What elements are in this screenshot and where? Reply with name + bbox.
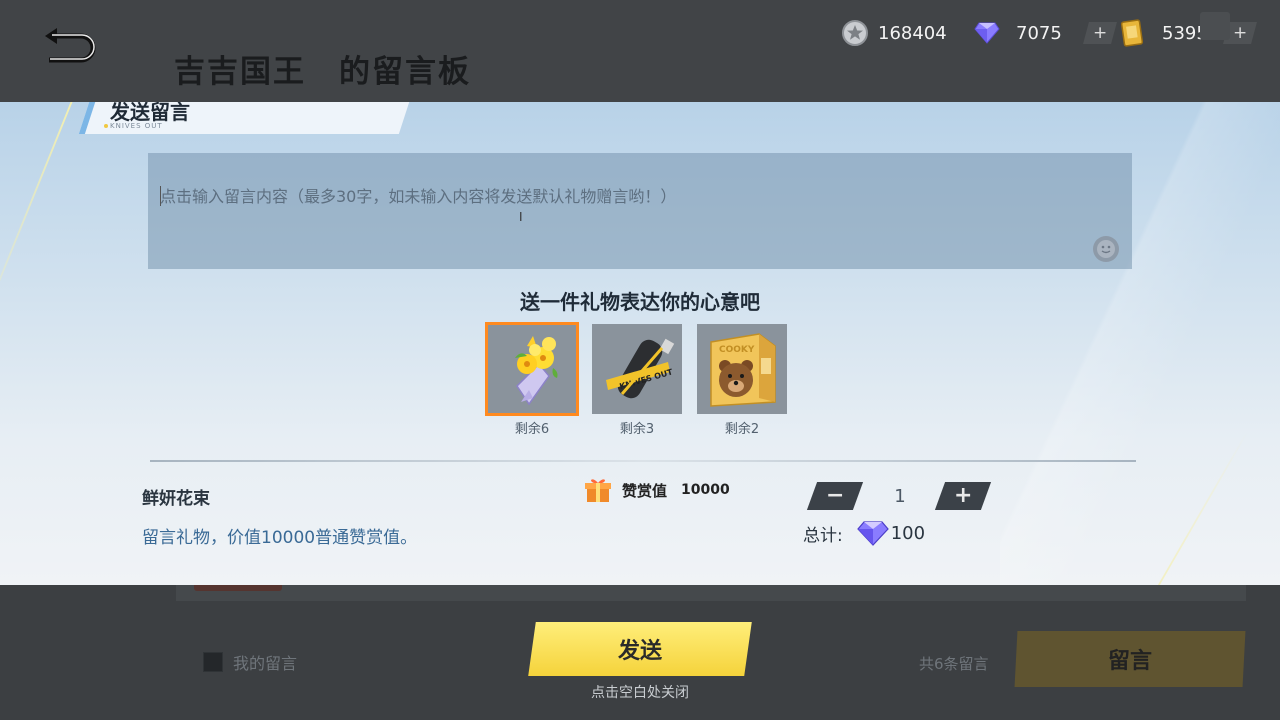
reward-info: 赞赏值 10000 [584, 474, 730, 506]
gift-remaining-2: 剩余3 [619, 422, 655, 437]
divider [150, 460, 1136, 462]
add-diamond-button[interactable]: + [1082, 22, 1117, 44]
total-label: 总计: [803, 525, 843, 546]
gift-remaining-1: 剩余6 [514, 422, 550, 437]
gift-cookie-box[interactable]: COOKY [697, 324, 787, 414]
minus-icon: − [825, 483, 845, 508]
reward-label: 赞赏值 [622, 481, 668, 500]
emoji-button[interactable] [1093, 236, 1119, 262]
my-messages-toggle[interactable]: 我的留言 [203, 650, 297, 674]
decrease-quantity-button[interactable]: − [806, 482, 864, 510]
my-messages-label: 我的留言 [233, 654, 298, 673]
total-cost: 总计: 100 [803, 518, 925, 548]
reward-value: 10000 [681, 482, 730, 498]
gift-heading: 送一件礼物表达你的心意吧 [520, 290, 760, 314]
message-count: 共6条留言 [919, 655, 989, 673]
quantity-value: 1 [894, 486, 906, 507]
message-input[interactable] [148, 153, 1132, 269]
modal-subtitle: KNIVES OUT [104, 122, 163, 130]
close-hint: 点击空白处关闭 [591, 685, 689, 701]
total-value: 100 [890, 522, 926, 544]
ibeam-cursor-icon: I [519, 210, 523, 224]
gift-remaining-3: 剩余2 [724, 422, 760, 437]
svg-text:COOKY: COOKY [719, 345, 755, 355]
back-arrow-icon [45, 28, 96, 63]
send-message-modal: 发送留言 KNIVES OUT I 送一件礼物表达你的心意吧 剩余6 [0, 102, 1280, 585]
smiley-icon [1097, 240, 1115, 258]
gift-bouquet[interactable] [485, 322, 579, 416]
gold-ticket-icon [1120, 19, 1144, 47]
energy-drink-icon: KNIVES OUT [606, 338, 675, 399]
flower-bouquet-icon [515, 336, 558, 406]
back-button[interactable] [36, 18, 102, 66]
cookie-bear-box-icon: COOKY [710, 333, 776, 407]
plus-icon: + [953, 483, 973, 508]
gift-box-icon [585, 479, 611, 502]
profile-avatar[interactable] [1200, 12, 1230, 40]
increase-quantity-button[interactable]: + [934, 482, 992, 510]
silver-coin-icon [842, 20, 868, 46]
silver-value: 168404 [878, 22, 947, 44]
gift-drink[interactable]: KNIVES OUT [592, 324, 682, 414]
checkbox-icon [203, 652, 223, 672]
selected-gift-description: 留言礼物，价值10000普通赞赏值。 [142, 528, 418, 548]
silver-currency: 168404 [842, 20, 947, 46]
diamond-value: 7075 [1016, 22, 1062, 44]
diamond-icon [856, 521, 889, 546]
selected-gift-name: 鲜妍花束 [142, 489, 210, 509]
send-button[interactable]: 发送 [528, 622, 752, 676]
leave-message-button[interactable]: 留言 [1014, 631, 1246, 687]
diamond-currency: 7075 + [974, 20, 1117, 46]
gold-currency: 5395 + [1120, 19, 1257, 47]
board-title: 吉吉国王 的留言板 [174, 54, 471, 90]
diamond-icon [974, 22, 1000, 44]
text-caret [160, 186, 161, 206]
